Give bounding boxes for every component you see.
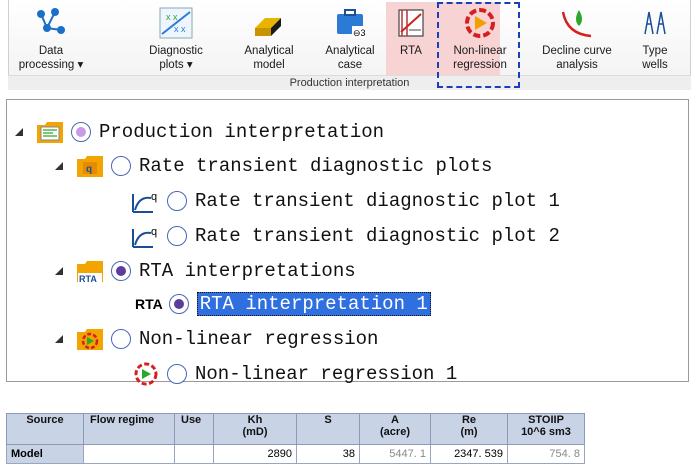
rta-icon (398, 9, 424, 37)
analytical-model-button[interactable]: Analytical model (232, 0, 306, 80)
col-flow-regime[interactable]: Flow regime (83, 413, 175, 445)
radio-non-linear-regression-1[interactable] (167, 364, 187, 384)
cell-source[interactable]: Model (6, 444, 84, 464)
type-wells-icon (644, 11, 666, 35)
decline-curve-icon (561, 10, 592, 38)
data-processing-sublabel: processing ▾ (18, 59, 84, 71)
analytical-case-button[interactable]: ⊖3 Analytical case (312, 0, 388, 80)
svg-text:RTA: RTA (79, 274, 97, 284)
tree-node-rta-interpretations[interactable]: RTA RTA interpretations (53, 256, 356, 286)
diagnostic-plots-button[interactable]: x x x x Diagnostic plots ▾ (135, 0, 217, 80)
ribbon-group-label: Production interpretation (8, 75, 691, 90)
tree-node-rta-interpretation-1[interactable]: RTA RTA interpretation 1 (135, 289, 431, 319)
cell-stoiip[interactable]: 754. 8 (507, 444, 585, 464)
tree-label-non-linear-regression-1: Non-linear regression 1 (195, 363, 458, 385)
rate-transient-folder-icon: q (77, 156, 103, 177)
tree-label-rta-interpretations: RTA interpretations (139, 260, 356, 282)
tree-label-rate-transient-plot-1: Rate transient diagnostic plot 1 (195, 190, 560, 212)
radio-production-interpretation[interactable] (71, 122, 91, 142)
ribbon: Data processing ▾ x x x x Diagnostic plots… (0, 0, 691, 92)
type-wells-label: Type (642, 45, 668, 57)
tree-label-rate-transient-folder: Rate transient diagnostic plots (139, 155, 493, 177)
expand-arrow-icon[interactable] (53, 265, 65, 277)
rta-button[interactable]: RTA (391, 0, 431, 80)
analytical-case-label: Analytical (325, 45, 375, 57)
radio-rta-interpretation-1[interactable] (168, 294, 189, 314)
cell-a[interactable]: 5447. 1 (359, 444, 431, 464)
tree-node-rate-transient-plot-1[interactable]: q Rate transient diagnostic plot 1 (131, 186, 560, 216)
col-source[interactable]: Source (6, 413, 84, 445)
diagnostic-plots-sublabel: plots ▾ (159, 59, 193, 71)
svg-text:x x: x x (174, 24, 186, 34)
analytical-model-label: Analytical (244, 45, 294, 57)
grid-header-row: Source Flow regime Use Kh (mD) S A (acre) … (6, 413, 585, 445)
decline-curve-analysis-button[interactable]: Decline curve analysis (535, 0, 619, 80)
svg-text:q: q (151, 191, 157, 203)
decline-curve-sublabel: analysis (556, 59, 598, 71)
analytical-case-icon: ⊖3 (337, 9, 366, 38)
expand-arrow-icon[interactable] (53, 333, 65, 345)
col-s[interactable]: S (296, 413, 360, 445)
col-stoiip[interactable]: STOIIP 10^6 sm3 (507, 413, 585, 445)
tree-node-production-interpretation[interactable]: Production interpretation (13, 117, 384, 147)
tree-node-rate-transient-folder[interactable]: q Rate transient diagnostic plots (53, 151, 492, 181)
col-use[interactable]: Use (174, 413, 214, 445)
cell-kh[interactable]: 2890 (213, 444, 297, 464)
cell-s[interactable]: 38 (296, 444, 360, 464)
radio-rate-transient-plot-2[interactable] (167, 226, 187, 246)
rate-transient-plot-icon: q (132, 191, 157, 213)
diagnostic-plots-label: Diagnostic (149, 45, 203, 57)
results-grid: Source Flow regime Use Kh (mD) S A (acre) … (6, 413, 585, 464)
svg-text:⊖3: ⊖3 (353, 28, 366, 38)
col-a[interactable]: A (acre) (359, 413, 431, 445)
tree-label-rate-transient-plot-2: Rate transient diagnostic plot 2 (195, 225, 560, 247)
analytical-model-sublabel: model (253, 59, 285, 71)
data-processing-button[interactable]: Data processing ▾ (10, 0, 92, 80)
cell-flow-regime[interactable] (83, 444, 175, 464)
type-wells-button[interactable]: Type wells (630, 0, 680, 80)
rta-item-icon: RTA (135, 296, 163, 312)
data-processing-icon (37, 8, 65, 34)
tree-node-rate-transient-plot-2[interactable]: q Rate transient diagnostic plot 2 (131, 221, 560, 251)
rta-folder-icon: RTA (77, 261, 103, 284)
cell-use[interactable] (174, 444, 214, 464)
tree-label-non-linear-regression-folder: Non-linear regression (139, 328, 379, 350)
data-processing-label: Data (38, 45, 64, 57)
table-row[interactable]: Model 2890 38 5447. 1 2347. 539 754. 8 (6, 444, 585, 464)
radio-rate-transient-plot-1[interactable] (167, 191, 187, 211)
rate-transient-plot-icon: q (132, 226, 157, 248)
svg-text:x x: x x (166, 12, 178, 22)
expand-arrow-icon[interactable] (53, 160, 65, 172)
expand-arrow-icon[interactable] (13, 126, 25, 138)
tree-node-non-linear-regression-1[interactable]: Non-linear regression 1 (131, 359, 457, 389)
decline-curve-label: Decline curve (542, 45, 612, 57)
non-linear-regression-icon (134, 362, 158, 386)
diagnostic-plots-icon: x x x x (159, 7, 193, 39)
non-linear-regression-folder-icon (77, 329, 103, 350)
tree-label-rta-interpretation-1: RTA interpretation 1 (196, 292, 431, 316)
radio-rate-transient-folder[interactable] (111, 156, 131, 176)
rta-label: RTA (400, 45, 422, 57)
radio-non-linear-regression-folder[interactable] (111, 329, 131, 349)
production-interpretation-folder-icon (37, 122, 63, 143)
callout-dashed-box (437, 2, 520, 88)
svg-text:q: q (151, 226, 157, 238)
analytical-model-icon (255, 18, 281, 36)
analytical-case-sublabel: case (337, 59, 363, 71)
svg-text:q: q (86, 164, 92, 175)
col-re[interactable]: Re (m) (430, 413, 508, 445)
project-tree: Production interpretation q Rate transie… (6, 99, 689, 386)
tree-label-production-interpretation: Production interpretation (99, 121, 385, 143)
type-wells-sublabel: wells (642, 59, 668, 71)
col-kh[interactable]: Kh (mD) (213, 413, 297, 445)
cell-re[interactable]: 2347. 539 (430, 444, 508, 464)
radio-rta-interpretations[interactable] (111, 261, 131, 281)
tree-node-non-linear-regression-folder[interactable]: Non-linear regression (53, 324, 378, 354)
